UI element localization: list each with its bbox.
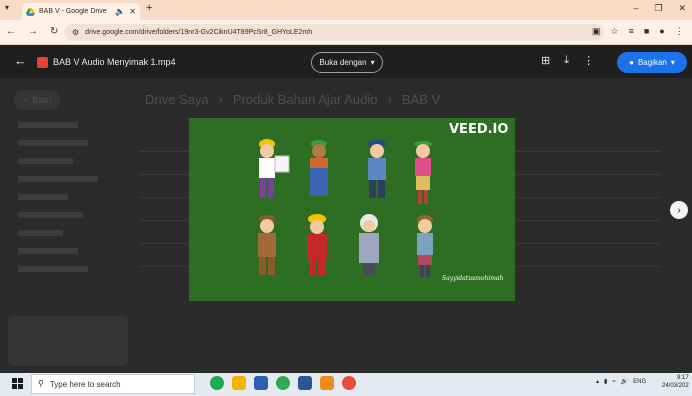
download-icon[interactable]: ⤓ — [564, 54, 569, 67]
dropdown-arrow-icon: ▾ — [370, 58, 375, 67]
plus-icon: + — [22, 95, 29, 105]
taskbar-search-box[interactable]: ⚲ Type here to search — [31, 374, 195, 394]
chrome-icon[interactable] — [276, 376, 290, 390]
back-icon[interactable]: ← — [6, 26, 16, 37]
profile-avatar-icon[interactable]: ● — [659, 26, 664, 37]
chrome-profile-icon[interactable] — [342, 376, 356, 390]
viewer-tools: ⊞ ⤓ ⋮ — [541, 54, 594, 67]
tab-title: BAB V - Google Drive — [39, 8, 107, 15]
tab-search-icon[interactable]: ≡ — [629, 26, 634, 37]
share-button[interactable]: ● Bagikan ▾ — [617, 52, 687, 73]
back-arrow-icon[interactable]: ← — [14, 53, 27, 68]
chevron-right-icon: › — [218, 92, 223, 107]
restore-icon[interactable]: ❐ — [654, 3, 662, 14]
chevron-right-icon: › — [387, 92, 392, 107]
open-with-button[interactable]: Buka dengan ▾ — [311, 52, 383, 73]
minimize-icon[interactable]: – — [633, 3, 638, 14]
new-button: + Baru — [14, 90, 60, 110]
veed-watermark: VEED.IO — [449, 122, 509, 137]
window-controls: – ❐ ✕ — [633, 3, 686, 14]
more-options-icon[interactable]: ⋮ — [583, 54, 594, 67]
browser-menu-icon[interactable]: ⋮ — [675, 26, 684, 37]
close-window-icon[interactable]: ✕ — [678, 3, 686, 14]
add-to-drive-icon[interactable]: ⊞ — [541, 54, 550, 67]
clock-time: 9:17 — [677, 375, 689, 381]
tab-close-icon[interactable]: ✕ — [129, 7, 136, 16]
share-label: Bagikan — [637, 58, 667, 67]
file-name: BAB V Audio Menyimak 1.mp4 — [53, 57, 176, 67]
tab-list-icon[interactable]: ▾ — [5, 4, 9, 12]
presentation-app-icon[interactable] — [320, 376, 334, 390]
firefighter-character — [307, 214, 327, 276]
search-icon: ⚲ — [38, 379, 44, 388]
farmer-character — [414, 141, 432, 204]
signature-text: Sayyidatusmohimah — [442, 275, 504, 282]
scientist-character — [359, 214, 379, 275]
open-with-label: Buka dengan — [319, 58, 367, 67]
chevron-right-icon: › — [677, 204, 681, 216]
wifi-icon[interactable]: ≈ — [612, 379, 615, 385]
clock-date: 24/03/202 — [662, 382, 689, 389]
word-icon[interactable] — [298, 376, 312, 390]
language-indicator[interactable]: ENG — [633, 379, 646, 385]
install-app-icon[interactable]: ▣ — [592, 26, 601, 37]
windows-start-icon[interactable] — [12, 378, 23, 389]
video-frame-illustration — [258, 139, 433, 277]
forward-icon[interactable]: → — [28, 26, 38, 37]
video-player[interactable] — [189, 118, 515, 301]
video-file-icon — [37, 57, 48, 68]
store-icon[interactable] — [254, 376, 268, 390]
url-text: drive.google.com/drive/folders/19nr3-Gv2… — [85, 29, 313, 36]
battery-icon[interactable]: ▮ — [604, 378, 607, 385]
search-placeholder: Type here to search — [49, 379, 121, 389]
soldier-character — [258, 215, 276, 275]
whatsapp-icon[interactable] — [210, 376, 224, 390]
show-hidden-icons-icon[interactable]: ▴ — [596, 378, 599, 385]
speaker-icon[interactable]: 🔈 — [115, 7, 125, 16]
breadcrumb-item: Drive Saya — [145, 92, 209, 107]
site-info-icon[interactable]: ⚙ — [72, 28, 79, 37]
new-button-label: Baru — [32, 95, 52, 105]
new-tab-button[interactable]: + — [146, 3, 152, 14]
sidebar-nav — [18, 122, 108, 322]
engineer-character — [259, 139, 290, 198]
browser-actions: ▣ ☆ ≡ ■ ● ⋮ — [592, 26, 684, 37]
sidebar-icon[interactable]: ■ — [644, 26, 649, 37]
address-bar[interactable]: ⚙ drive.google.com/drive/folders/19nr3-G… — [64, 24, 604, 41]
system-tray: ▴ ▮ ≈ 🔊 ENG — [596, 378, 646, 386]
breadcrumb-item: Produk Bahan Ajar Audio — [232, 92, 378, 107]
browser-tab[interactable]: BAB V - Google Drive 🔈 ✕ — [22, 3, 140, 20]
breadcrumb: Drive Saya › Produk Bahan Ajar Audio › B… — [145, 92, 440, 107]
next-file-button[interactable]: › — [670, 201, 688, 219]
mechanic-character — [310, 140, 328, 196]
pinned-apps — [210, 376, 356, 390]
volume-icon[interactable]: 🔊 — [621, 378, 628, 385]
taskbar-clock[interactable]: 9:17 24/03/202 — [662, 375, 689, 390]
teacher-character — [417, 215, 433, 277]
police-character — [368, 140, 386, 198]
reload-icon[interactable]: ↻ — [50, 26, 58, 37]
breadcrumb-item: BAB V — [401, 92, 441, 107]
lock-icon: ● — [629, 58, 634, 67]
google-drive-icon — [26, 3, 35, 21]
file-explorer-icon[interactable] — [232, 376, 246, 390]
navigation-buttons: ← → ↻ — [6, 26, 58, 37]
dropdown-arrow-icon: ▾ — [670, 58, 675, 67]
bookmark-star-icon[interactable]: ☆ — [611, 26, 619, 37]
storage-panel — [8, 316, 128, 366]
